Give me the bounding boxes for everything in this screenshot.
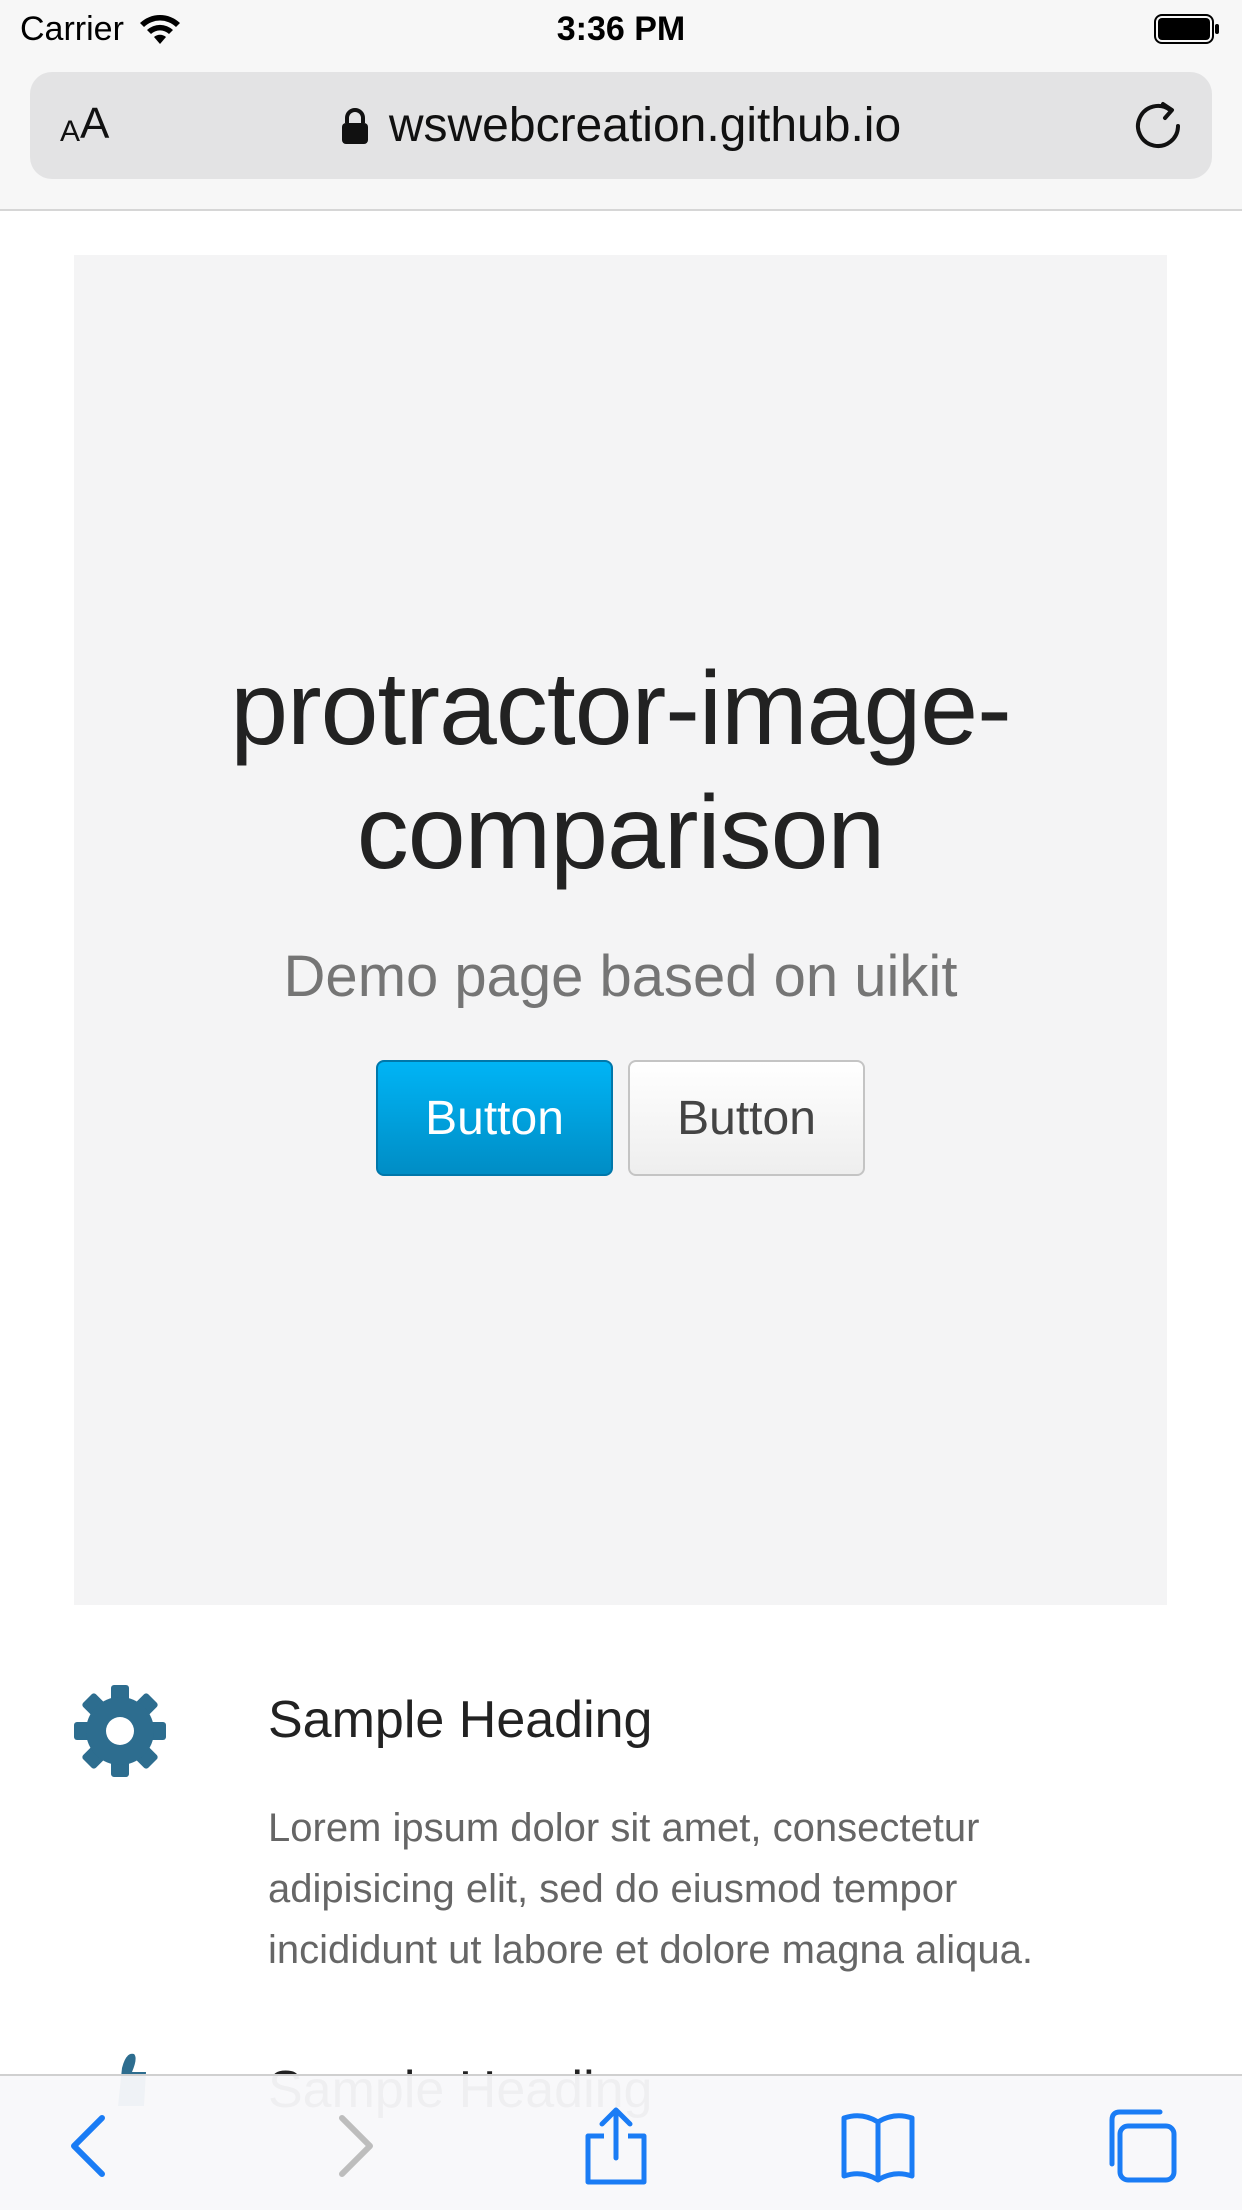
hero-section: protractor-image- comparison Demo page b… bbox=[74, 255, 1167, 1605]
gear-icon bbox=[74, 1685, 166, 1777]
reload-icon[interactable] bbox=[1130, 98, 1186, 154]
hero-title-line2: comparison bbox=[356, 775, 886, 891]
hero-subtitle: Demo page based on uikit bbox=[283, 944, 958, 1009]
lock-icon bbox=[341, 107, 368, 144]
battery-icon bbox=[1154, 14, 1219, 44]
address-bar[interactable]: AA wswebcreation.github.io bbox=[30, 72, 1212, 179]
url-text: wswebcreation.github.io bbox=[388, 99, 902, 152]
feature-text-line2: adipisicing elit, sed do eiusmod tempor bbox=[268, 1867, 958, 1911]
browser-toolbar bbox=[0, 2074, 1242, 2210]
primary-button[interactable]: Button bbox=[376, 1060, 613, 1176]
hero-title-line1: protractor-image- bbox=[230, 651, 1012, 767]
feature-text: Lorem ipsum dolor sit amet, consectetur … bbox=[268, 1798, 1148, 1981]
tabs-icon[interactable] bbox=[1100, 2106, 1180, 2186]
status-bar: Carrier 3:36 PM bbox=[0, 0, 1242, 62]
forward-icon bbox=[339, 2115, 373, 2177]
feature-text-line1: Lorem ipsum dolor sit amet, consectetur bbox=[268, 1806, 980, 1850]
back-icon[interactable] bbox=[52, 2106, 132, 2186]
clock: 3:36 PM bbox=[556, 10, 686, 48]
share-icon[interactable] bbox=[576, 2106, 656, 2186]
default-button[interactable]: Button bbox=[628, 1060, 865, 1176]
feature-text-line3: incididunt ut labore et dolore magna ali… bbox=[268, 1928, 1033, 1972]
feature-heading: Sample Heading bbox=[268, 1691, 653, 1749]
hero-title: protractor-image- comparison bbox=[74, 647, 1167, 895]
bookmarks-icon[interactable] bbox=[838, 2106, 918, 2186]
browser-address-area: AA wswebcreation.github.io bbox=[0, 62, 1242, 211]
url-display[interactable]: wswebcreation.github.io bbox=[30, 72, 1212, 179]
